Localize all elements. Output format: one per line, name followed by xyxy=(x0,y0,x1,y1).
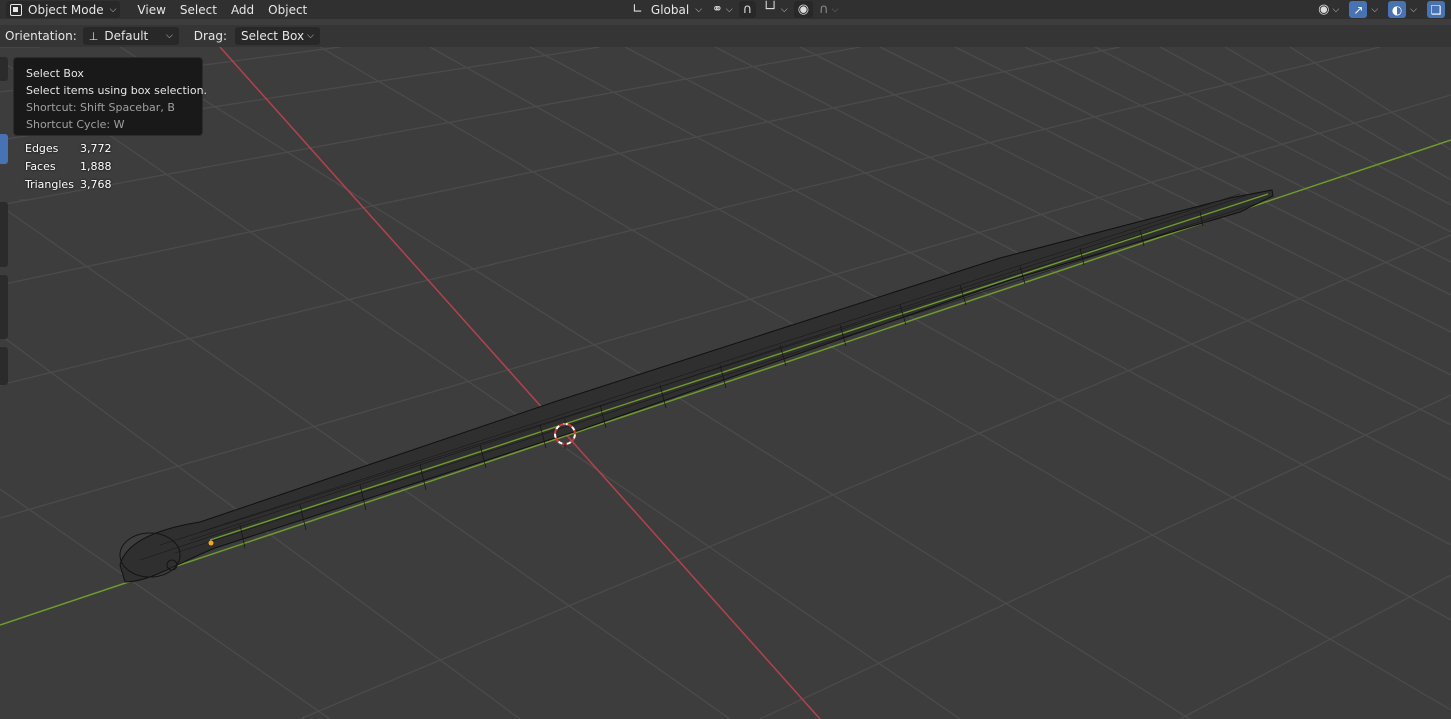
object-mode-dropdown[interactable]: Object Mode ⌵ xyxy=(6,1,121,18)
chevron-down-icon: ⌵ xyxy=(695,4,703,15)
header-menu: View Select Add Object xyxy=(130,0,314,19)
chevron-down-icon[interactable]: ⌵ xyxy=(1371,5,1378,15)
overlay-toggle[interactable]: ◐ xyxy=(1388,1,1407,18)
toolbar-tool-group[interactable] xyxy=(0,347,8,385)
stat-row-faces: Faces 1,888 xyxy=(25,157,112,175)
chevron-down-icon: ⌵ xyxy=(165,31,173,41)
menu-add[interactable]: Add xyxy=(224,0,261,19)
stat-label: Edges xyxy=(25,141,59,155)
tooltip-shortcut: Shortcut: Shift Spacebar, B xyxy=(26,101,175,114)
pivot-point-icon: ⚭ xyxy=(712,2,723,17)
toolbar-tool-group[interactable] xyxy=(0,57,8,81)
drag-label: Drag: xyxy=(193,29,227,43)
orientation-axes-icon: ⊥ xyxy=(88,29,99,43)
proportional-edit-toggle[interactable]: ◉ xyxy=(793,1,814,18)
drag-dropdown[interactable]: Select Box ⌵ xyxy=(234,27,320,45)
menu-view[interactable]: View xyxy=(130,0,172,19)
chevron-down-icon: ⌵ xyxy=(831,4,839,15)
orientation-label: Orientation: xyxy=(5,29,77,43)
transform-tools: ∟ Global ⌵ ⚭ ⌵ ∩ └┘ ⌵ ◉ ∩ ⌵ xyxy=(628,0,844,19)
stat-label: Triangles xyxy=(25,177,74,191)
mode-label: Object Mode xyxy=(28,2,104,17)
pivot-point-dropdown[interactable]: ⚭ ⌵ xyxy=(708,1,737,18)
falloff-curve-icon: ∩ xyxy=(819,2,829,17)
tooltip-description: Select items using box selection. xyxy=(26,84,208,97)
stat-value: 3,772 xyxy=(80,141,112,155)
viewport-canvas xyxy=(0,47,1451,719)
stat-value: 3,768 xyxy=(80,177,112,191)
stat-row-triangles: Triangles 3,768 xyxy=(25,175,112,193)
orientation-value: Default xyxy=(104,29,149,43)
chevron-down-icon: ⌵ xyxy=(109,4,117,15)
stat-value: 1,888 xyxy=(80,159,112,173)
object-mode-icon xyxy=(10,3,22,16)
menu-object[interactable]: Object xyxy=(261,0,314,19)
orientation-dropdown[interactable]: ⊥ Default ⌵ xyxy=(82,27,179,45)
stat-label: Faces xyxy=(25,159,56,173)
chevron-down-icon: ⌵ xyxy=(780,4,788,15)
snap-increment-icon: └┘ xyxy=(762,2,778,17)
select-box-tooltip: Select Box Select items using box select… xyxy=(13,57,208,136)
eye-visibility-icon: ◉ xyxy=(1318,2,1330,17)
chevron-down-icon: ⌵ xyxy=(307,31,314,41)
proportional-edit-icon: ◉ xyxy=(797,2,810,17)
transform-orientation-label: Global xyxy=(650,2,690,17)
drag-value: Select Box xyxy=(240,29,305,43)
toolbar-tool-select-active[interactable] xyxy=(0,134,8,164)
gizmo-icon: ↗ xyxy=(1353,2,1364,17)
snap-magnet-icon: ∩ xyxy=(742,2,753,17)
stat-row-edges: Edges 3,772 xyxy=(25,139,112,157)
toolbar-tool-group[interactable] xyxy=(0,202,8,267)
viewport-display-tools: ◉ ⌵ ↗ ⌵ ◐ ⌵ ❏ xyxy=(1314,0,1451,19)
tooltip-shortcut-cycle: Shortcut Cycle: W xyxy=(26,118,125,131)
xray-toggle-icon: ❏ xyxy=(1430,2,1442,17)
xray-toggle[interactable]: ❏ xyxy=(1427,1,1445,18)
object-origin xyxy=(208,540,214,546)
chevron-down-icon[interactable]: ⌵ xyxy=(1410,5,1417,15)
snap-toggle[interactable]: ∩ xyxy=(738,1,757,18)
gizmo-toggle[interactable]: ↗ xyxy=(1349,1,1368,18)
transform-orientation-dropdown[interactable]: ∟ Global ⌵ xyxy=(628,1,706,18)
transform-orientation-icon: ∟ xyxy=(632,2,643,17)
scene-statistics: Edges 3,772 Faces 1,888 Triangles 3,768 xyxy=(25,139,112,193)
snap-target-dropdown[interactable]: └┘ ⌵ xyxy=(758,1,791,18)
tool-settings-bar: Orientation: ⊥ Default ⌵ Drag: Select Bo… xyxy=(0,25,1451,47)
tooltip-title: Select Box xyxy=(26,67,84,80)
proportional-falloff-dropdown[interactable]: ∩ ⌵ xyxy=(815,1,842,18)
3d-viewport[interactable] xyxy=(0,47,1451,719)
menu-select[interactable]: Select xyxy=(173,0,224,19)
viewport-header: Object Mode ⌵ View Select Add Object ∟ G… xyxy=(0,0,1451,19)
chevron-down-icon: ⌵ xyxy=(1332,4,1340,15)
toolbar-tool-group[interactable] xyxy=(0,275,8,339)
chevron-down-icon: ⌵ xyxy=(725,4,733,15)
visibility-dropdown[interactable]: ◉ ⌵ xyxy=(1314,1,1343,18)
overlay-icon: ◐ xyxy=(1391,2,1403,17)
